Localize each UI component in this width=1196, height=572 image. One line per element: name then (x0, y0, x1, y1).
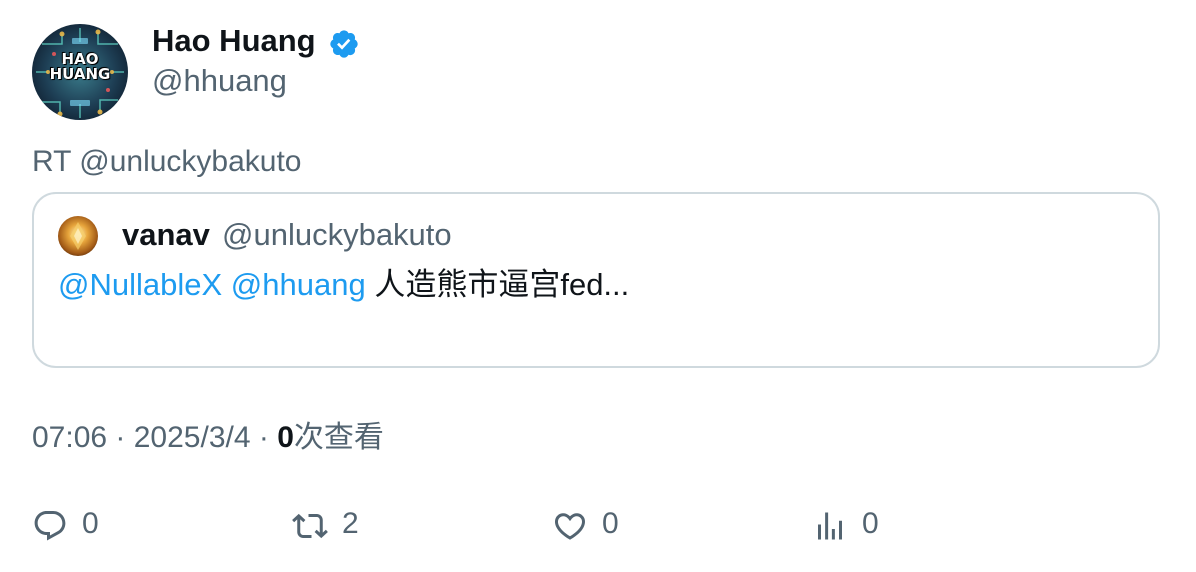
reply-button[interactable]: 0 (32, 506, 99, 546)
heart-icon (554, 513, 586, 540)
quoted-author-handle[interactable]: @unluckybakuto (222, 216, 452, 254)
like-button[interactable]: 0 (552, 506, 619, 546)
meta-separator: · (107, 421, 134, 454)
like-count: 0 (602, 507, 619, 540)
tweet-meta: 07:06 · 2025/3/4 · 0次查看 (32, 419, 384, 457)
author-avatar[interactable]: HAO HUANG (32, 24, 128, 120)
views-button[interactable]: 0 (812, 506, 879, 546)
tweet-text: RT @unluckybakuto (32, 145, 302, 178)
views-count-action: 0 (862, 507, 879, 540)
mention-link[interactable]: @hhuang (231, 267, 366, 302)
meta-separator: · (250, 421, 278, 454)
quoted-avatar-image (58, 216, 98, 256)
quoted-tweet-body: 人造熊市逼宫fed... (374, 267, 630, 302)
retweet-count: 2 (342, 507, 359, 540)
tweet-date[interactable]: 2025/3/4 (134, 421, 251, 454)
mention-link[interactable]: @NullableX (58, 267, 222, 302)
verified-badge-icon[interactable] (328, 28, 360, 60)
retweet-icon (292, 513, 328, 539)
quoted-tweet-text: @NullableX @hhuang 人造熊市逼宫fed... (58, 266, 629, 304)
avatar-logo-text-line2: HUANG (49, 65, 111, 83)
quoted-author-avatar[interactable] (58, 216, 98, 256)
retweet-button[interactable]: 2 (292, 506, 359, 546)
tweet-time[interactable]: 07:06 (32, 421, 107, 454)
author-handle[interactable]: @hhuang (152, 62, 287, 100)
quoted-author-display-name[interactable]: vanav (122, 216, 210, 254)
author-display-name[interactable]: Hao Huang (152, 22, 316, 60)
analytics-icon (818, 512, 842, 540)
views-label: 次查看 (293, 421, 384, 454)
reply-count: 0 (82, 507, 99, 540)
views-count: 0 (277, 421, 294, 454)
reply-icon (34, 511, 66, 541)
quoted-tweet-card[interactable]: vanav @unluckybakuto @NullableX @hhuang … (32, 192, 1160, 368)
